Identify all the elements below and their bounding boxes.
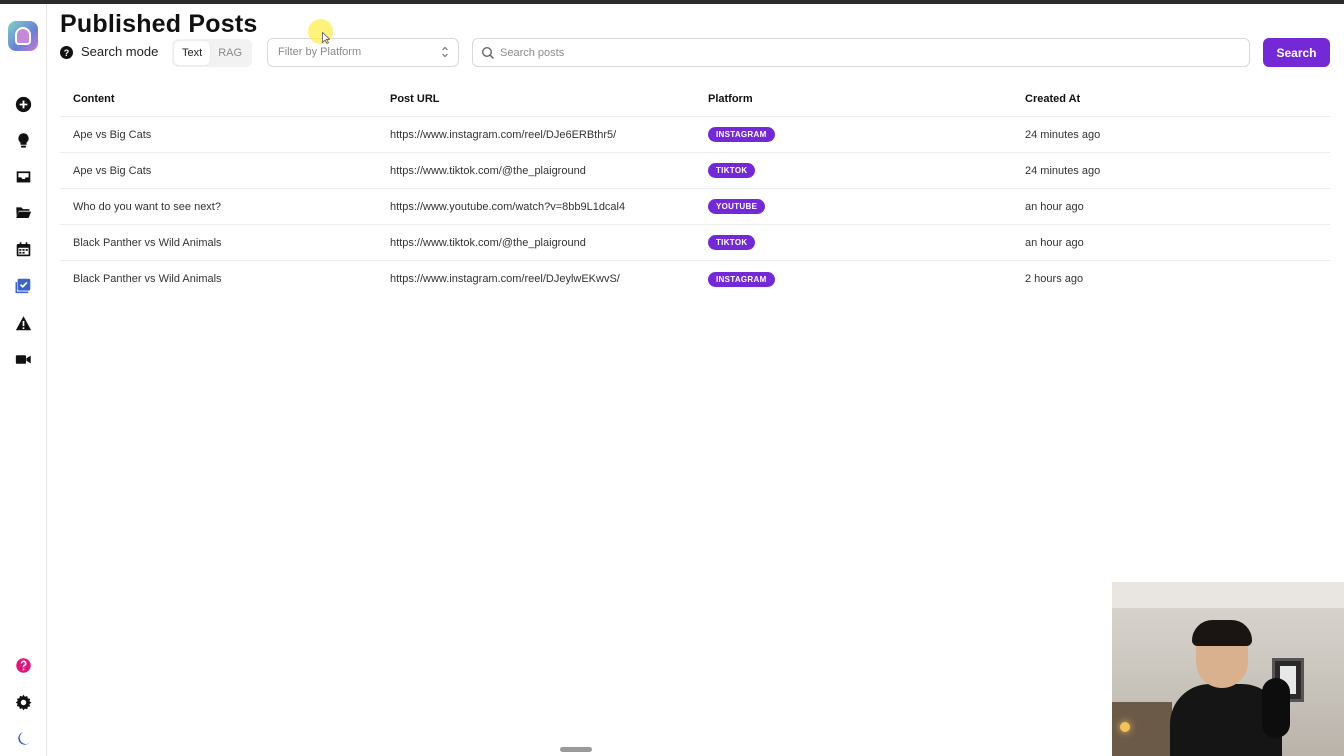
- cell-post-url[interactable]: https://www.tiktok.com/@the_plaiground: [390, 225, 586, 260]
- sidebar-item-video[interactable]: [13, 349, 33, 369]
- table-row[interactable]: Who do you want to see next? https://www…: [60, 189, 1330, 225]
- search-box: [472, 38, 1250, 67]
- sidebar-item-theme[interactable]: [13, 728, 33, 748]
- search-input[interactable]: [500, 39, 1240, 66]
- moon-icon: [17, 731, 30, 745]
- cell-created-at: 24 minutes ago: [1025, 128, 1101, 141]
- sidebar-item-add[interactable]: [13, 94, 33, 114]
- sidebar-item-folder[interactable]: [13, 202, 33, 222]
- table-row[interactable]: Black Panther vs Wild Animals https://ww…: [60, 225, 1330, 261]
- cell-content: Black Panther vs Wild Animals: [73, 236, 222, 249]
- sidebar: [0, 4, 47, 756]
- page-title: Published Posts: [60, 10, 258, 38]
- sidebar-item-inbox[interactable]: [13, 166, 33, 186]
- mode-option-text[interactable]: Text: [174, 41, 211, 65]
- cell-post-url[interactable]: https://www.instagram.com/reel/DJe6ERBth…: [390, 117, 616, 152]
- posts-table: Content Post URL Platform Created At Ape…: [60, 82, 1330, 297]
- search-icon: [481, 46, 495, 60]
- cell-content: Ape vs Big Cats: [73, 128, 152, 141]
- platform-filter-placeholder: Filter by Platform: [278, 46, 362, 58]
- cell-created-at: an hour ago: [1025, 236, 1084, 249]
- column-header-content[interactable]: Content: [73, 82, 115, 116]
- video-camera-icon: [15, 354, 31, 364]
- platform-badge: TIKTOK: [708, 235, 756, 250]
- warning-icon: [15, 315, 31, 330]
- column-header-post-url[interactable]: Post URL: [390, 82, 440, 116]
- window-top-border: [0, 0, 1344, 4]
- platform-badge: INSTAGRAM: [708, 271, 775, 287]
- mode-option-rag[interactable]: RAG: [210, 41, 250, 65]
- mouse-cursor-icon: [322, 32, 330, 44]
- gear-icon: [15, 694, 31, 710]
- platform-badge: INSTAGRAM: [708, 127, 775, 142]
- search-mode-label: Search mode: [81, 44, 159, 59]
- microphone: [1262, 678, 1290, 738]
- sidebar-item-settings[interactable]: [13, 692, 33, 712]
- help-circle-icon: [15, 657, 31, 673]
- scroll-handle[interactable]: [560, 747, 592, 752]
- search-mode-toggle: Text RAG: [172, 39, 253, 67]
- webcam-overlay: [1112, 582, 1344, 756]
- platform-filter-select[interactable]: Filter by Platform: [267, 38, 459, 67]
- lightbulb-icon: [17, 132, 29, 148]
- platform-badge: YOUTUBE: [708, 199, 766, 214]
- column-header-created-at[interactable]: Created At: [1025, 82, 1080, 116]
- cell-post-url[interactable]: https://www.youtube.com/watch?v=8bb9L1dc…: [390, 189, 625, 224]
- table-row[interactable]: Black Panther vs Wild Animals https://ww…: [60, 261, 1330, 297]
- app-logo[interactable]: [8, 21, 38, 51]
- sidebar-item-help[interactable]: [13, 655, 33, 675]
- calendar-icon: [16, 241, 30, 256]
- folder-open-icon: [15, 206, 31, 218]
- search-button[interactable]: Search: [1263, 38, 1330, 67]
- table-header-row: Content Post URL Platform Created At: [60, 82, 1330, 117]
- logo-mascot-icon: [15, 27, 31, 45]
- sidebar-item-alerts[interactable]: [13, 313, 33, 333]
- sidebar-item-published[interactable]: [13, 275, 33, 295]
- cell-post-url[interactable]: https://www.tiktok.com/@the_plaiground: [390, 153, 586, 188]
- cell-post-url[interactable]: https://www.instagram.com/reel/DJeylwEKw…: [390, 261, 620, 297]
- platform-badge: TIKTOK: [708, 163, 756, 178]
- cell-created-at: 24 minutes ago: [1025, 164, 1101, 177]
- inbox-icon: [16, 170, 30, 182]
- table-row[interactable]: Ape vs Big Cats https://www.instagram.co…: [60, 117, 1330, 153]
- sidebar-item-ideas[interactable]: [13, 130, 33, 150]
- check-square-icon: [15, 278, 30, 293]
- column-header-platform[interactable]: Platform: [708, 82, 753, 116]
- table-row[interactable]: Ape vs Big Cats https://www.tiktok.com/@…: [60, 153, 1330, 189]
- search-mode-help-icon[interactable]: ?: [60, 46, 73, 59]
- cell-content: Ape vs Big Cats: [73, 164, 152, 177]
- cell-created-at: 2 hours ago: [1025, 273, 1084, 285]
- sidebar-item-calendar[interactable]: [13, 239, 33, 259]
- plus-circle-icon: [15, 96, 31, 112]
- cell-content: Who do you want to see next?: [73, 200, 221, 213]
- chevron-up-down-icon: [442, 46, 448, 58]
- cell-content: Black Panther vs Wild Animals: [73, 273, 222, 285]
- cell-created-at: an hour ago: [1025, 200, 1084, 213]
